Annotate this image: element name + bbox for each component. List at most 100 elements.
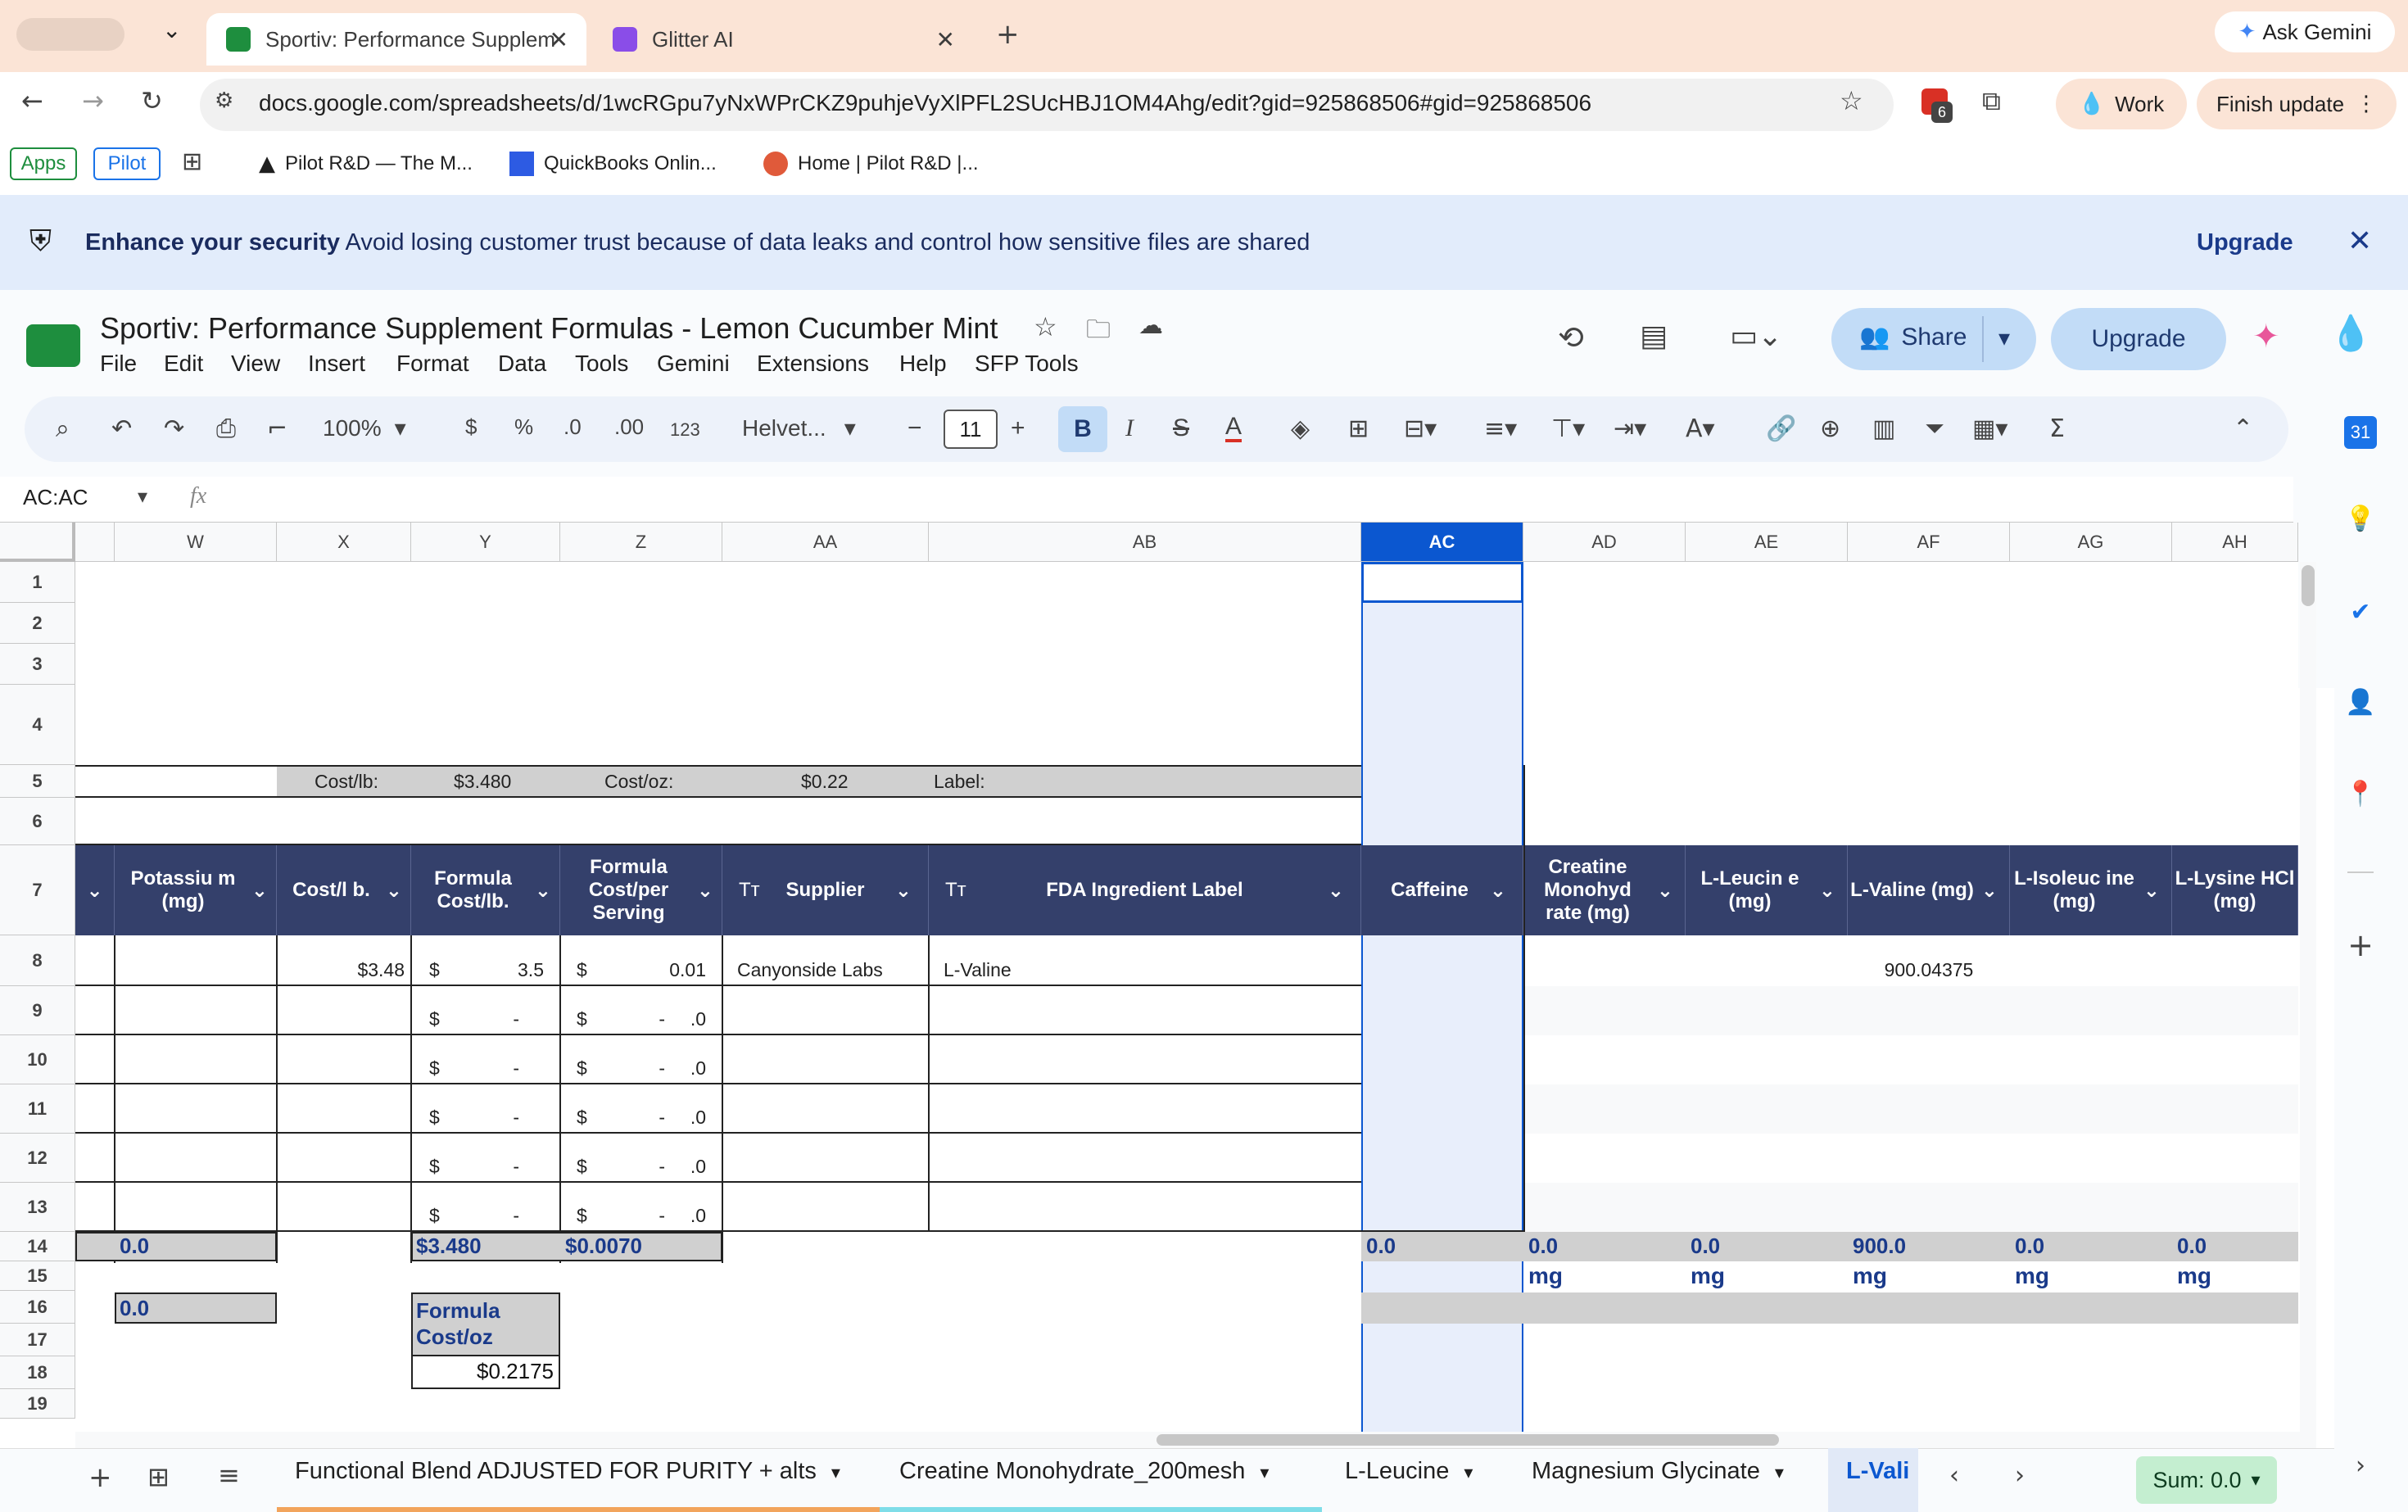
all-sheets-icon[interactable]: ≡ bbox=[218, 1460, 240, 1491]
tab-glitter[interactable]: Glitter AI ✕ bbox=[593, 13, 973, 66]
sheets-logo-icon[interactable] bbox=[26, 324, 80, 367]
text-color-button[interactable]: A bbox=[1225, 414, 1242, 442]
cell-y13[interactable]: - bbox=[411, 1183, 526, 1232]
column-header-y[interactable]: Y bbox=[411, 523, 560, 562]
sheet-tab-functional-blend[interactable]: Functional Blend ADJUSTED FOR PURITY + a… bbox=[295, 1458, 840, 1485]
font-size-input[interactable]: 11 bbox=[944, 410, 998, 449]
row-header-14[interactable]: 14 bbox=[0, 1232, 75, 1261]
menu-sfp-tools[interactable]: SFP Tools bbox=[975, 351, 1079, 377]
increase-decimal-button[interactable]: .00 bbox=[614, 414, 644, 440]
cell-z12[interactable]: .0 bbox=[560, 1134, 713, 1183]
cell-y12[interactable]: - bbox=[411, 1134, 526, 1183]
column-header-ab[interactable]: AB bbox=[929, 523, 1361, 562]
vertical-align-icon[interactable]: ⊤▾ bbox=[1551, 414, 1585, 443]
row-header-7[interactable]: 7 bbox=[0, 845, 75, 935]
bookmark-star-icon[interactable]: ☆ bbox=[1840, 85, 1863, 116]
header-valine[interactable]: L-Valine (mg) ⌄ bbox=[1848, 845, 2010, 935]
italic-button[interactable]: I bbox=[1125, 414, 1134, 442]
banner-upgrade-link[interactable]: Upgrade bbox=[2197, 229, 2293, 256]
format-percent-button[interactable]: % bbox=[514, 414, 533, 440]
row-header-11[interactable]: 11 bbox=[0, 1084, 75, 1134]
header-lysine[interactable]: L-Lysine HCl (mg) bbox=[2172, 845, 2298, 935]
total-ah[interactable]: 0.0 bbox=[2177, 1234, 2207, 1259]
unit-ae[interactable]: mg bbox=[1691, 1263, 1725, 1289]
row-header-3[interactable]: 3 bbox=[0, 644, 75, 685]
print-icon[interactable]: ⎙ bbox=[216, 414, 236, 443]
maps-icon[interactable]: 📍 bbox=[2344, 780, 2377, 813]
cost-lb-value[interactable]: $3.480 bbox=[447, 767, 518, 798]
unit-ah[interactable]: mg bbox=[2177, 1263, 2211, 1289]
header-isoleucine[interactable]: L-Isoleuc ine (mg) ⌄ bbox=[2010, 845, 2172, 935]
contacts-icon[interactable]: 👤 bbox=[2344, 688, 2377, 721]
bookmark-apps[interactable]: Apps bbox=[10, 147, 77, 180]
site-info-icon[interactable]: ⚙ bbox=[215, 88, 233, 113]
header-formula-cost-lb[interactable]: Formula Cost/lb. ⌄ bbox=[411, 845, 560, 935]
total-ad[interactable]: 0.0 bbox=[1528, 1234, 1558, 1259]
header-creatine[interactable]: Creatine Monohyd rate (mg) ⌄ bbox=[1523, 845, 1686, 935]
row16-w[interactable]: 0.0 bbox=[120, 1296, 149, 1321]
row-header-16[interactable]: 16 bbox=[0, 1291, 75, 1324]
cost-lb-label[interactable]: Cost/lb: bbox=[308, 767, 385, 798]
header-filter-partial[interactable]: ⌄ bbox=[75, 845, 115, 935]
total-ag[interactable]: 0.0 bbox=[2015, 1234, 2044, 1259]
banner-close-icon[interactable]: ✕ bbox=[2347, 224, 2372, 258]
header-leucine[interactable]: L-Leucin e (mg) ⌄ bbox=[1686, 845, 1848, 935]
comments-icon[interactable]: ▤ bbox=[1640, 319, 1668, 353]
back-icon[interactable]: ← bbox=[21, 85, 43, 116]
horizontal-align-icon[interactable]: ≡▾ bbox=[1484, 414, 1517, 443]
close-tab-icon[interactable]: ✕ bbox=[936, 26, 955, 53]
profile-work-button[interactable]: 💧 Work bbox=[2056, 79, 2187, 129]
functions-icon[interactable]: Σ bbox=[2049, 414, 2065, 443]
total-y[interactable]: $3.480 bbox=[416, 1234, 482, 1259]
header-potassium[interactable]: Potassiu m (mg) ⌄ bbox=[115, 845, 277, 935]
tab-search-icon[interactable]: ⌄ bbox=[162, 16, 181, 43]
tab-sportiv[interactable]: Sportiv: Performance Supplem ✕ bbox=[206, 13, 586, 66]
menu-file[interactable]: File bbox=[100, 351, 137, 377]
unit-ag[interactable]: mg bbox=[2015, 1263, 2049, 1289]
fill-color-icon[interactable]: ◈ bbox=[1291, 414, 1310, 443]
insert-chart-icon[interactable]: ▥ bbox=[1872, 414, 1895, 443]
header-supplier[interactable]: Tт Supplier ⌄ bbox=[722, 845, 929, 935]
total-w[interactable]: 0.0 bbox=[120, 1234, 149, 1259]
row-header-6[interactable]: 6 bbox=[0, 798, 75, 845]
row-header-18[interactable]: 18 bbox=[0, 1356, 75, 1389]
sheet-tab-creatine[interactable]: Creatine Monohydrate_200mesh ▾ bbox=[899, 1458, 1269, 1485]
column-header-ad[interactable]: AD bbox=[1523, 523, 1686, 562]
select-all-corner[interactable] bbox=[0, 523, 75, 562]
insert-comment-icon[interactable]: ⊕ bbox=[1820, 414, 1840, 443]
cost-oz-value[interactable]: $0.22 bbox=[794, 767, 855, 798]
formula-cost-oz-label[interactable]: Formula Cost/oz bbox=[416, 1297, 555, 1350]
row-header-19[interactable]: 19 bbox=[0, 1389, 75, 1419]
bookmark-pilot-rd[interactable]: ▲ Pilot R&D — The M... bbox=[259, 147, 473, 180]
close-tab-icon[interactable]: ✕ bbox=[550, 26, 568, 53]
header-caffeine[interactable]: Caffeine ⌄ bbox=[1361, 845, 1523, 935]
total-af[interactable]: 900.0 bbox=[1853, 1234, 1906, 1259]
decrease-decimal-button[interactable]: .0 bbox=[564, 414, 582, 440]
text-rotation-icon[interactable]: A▾ bbox=[1686, 414, 1715, 443]
header-cost-lb[interactable]: Cost/l b. ⌄ bbox=[277, 845, 411, 935]
meet-video-icon[interactable]: ▭⌄ bbox=[1730, 319, 1782, 353]
hide-side-panel-icon[interactable]: › bbox=[2344, 1451, 2377, 1484]
more-formats-button[interactable]: 123 bbox=[670, 419, 700, 441]
row-header-4[interactable]: 4 bbox=[0, 685, 75, 765]
column-header-ag[interactable]: AG bbox=[2010, 523, 2172, 562]
redo-icon[interactable]: ↷ bbox=[164, 414, 184, 443]
menu-insert[interactable]: Insert bbox=[308, 351, 365, 377]
doc-title[interactable]: Sportiv: Performance Supplement Formulas… bbox=[100, 311, 998, 346]
apps-grid-icon[interactable]: ⊞ bbox=[182, 147, 202, 176]
column-header-ac[interactable]: AC bbox=[1361, 523, 1523, 562]
menu-gemini[interactable]: Gemini bbox=[657, 351, 730, 377]
get-addons-icon[interactable]: + bbox=[2344, 927, 2377, 963]
undo-icon[interactable]: ↶ bbox=[111, 414, 132, 443]
menu-view[interactable]: View bbox=[231, 351, 280, 377]
menu-edit[interactable]: Edit bbox=[164, 351, 203, 377]
column-header-aa[interactable]: AA bbox=[722, 523, 929, 562]
star-icon[interactable]: ☆ bbox=[1034, 311, 1057, 342]
text-wrapping-icon[interactable]: ⇥▾ bbox=[1614, 414, 1646, 443]
row-header-5[interactable]: 5 bbox=[0, 765, 75, 798]
formula-input[interactable] bbox=[229, 483, 2277, 516]
increase-font-size-button[interactable]: + bbox=[1011, 414, 1025, 442]
horizontal-scroll-thumb[interactable] bbox=[1156, 1434, 1779, 1446]
cell-z11[interactable]: .0 bbox=[560, 1084, 713, 1134]
header-fda-label[interactable]: Tт FDA Ingredient Label ⌄ bbox=[929, 845, 1361, 935]
